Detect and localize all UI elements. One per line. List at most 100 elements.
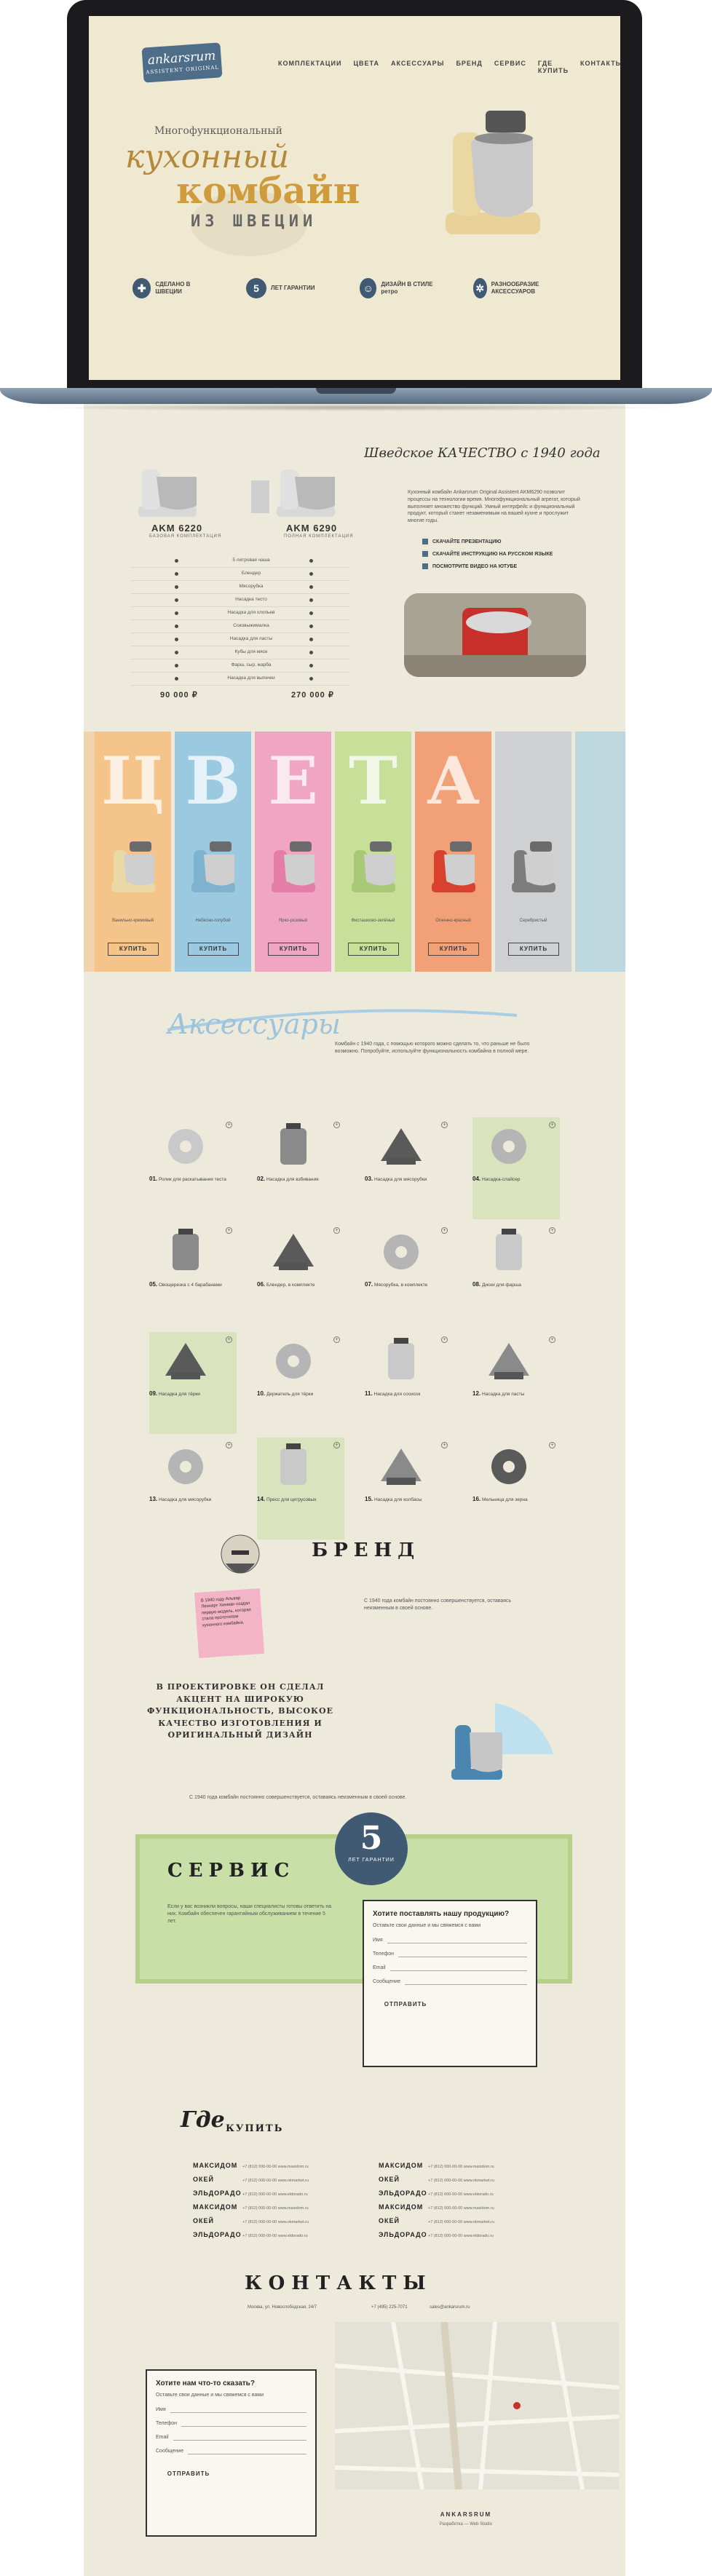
store-item[interactable]: ОКЕЙ +7 (812) 000-00-00 www.okmarket.ru [193, 2176, 375, 2183]
accessory-card[interactable]: +16. Мельница для зерна [472, 1438, 560, 1539]
service-title: СЕРВИС [167, 1860, 296, 1882]
accessory-card[interactable]: +09. Насадка для тёрки [149, 1332, 237, 1434]
store-item[interactable]: ОКЕЙ +7 (812) 000-00-00 www.okmarket.ru [193, 2217, 375, 2224]
store-item[interactable]: МАКСИДОМ +7 (812) 000-00-00 www.maxidom.r… [193, 2203, 375, 2211]
accessory-number: 05. [149, 1281, 158, 1288]
accessory-card[interactable]: +10. Держатель для тёрки [257, 1332, 344, 1434]
store-item[interactable]: ЭЛЬДОРАДО +7 (812) 000-00-00 www.eldorado… [193, 2189, 375, 2197]
expand-plus-icon[interactable]: + [549, 1227, 555, 1234]
location-map[interactable] [335, 2322, 619, 2489]
comparison-label: Насадка для пасты [229, 636, 273, 641]
phone-field[interactable]: Телефон [373, 1951, 527, 1957]
nav-item-service[interactable]: СЕРВИС [494, 60, 526, 74]
contacts-email[interactable]: sales@ankarsrum.ru [430, 2305, 470, 2310]
buy-button[interactable]: КУПИТЬ [188, 943, 239, 956]
accessory-card[interactable]: +03. Насадка для мясорубки [365, 1117, 452, 1219]
expand-plus-icon[interactable]: + [333, 1442, 340, 1448]
expand-plus-icon[interactable]: + [441, 1442, 448, 1448]
nav-item-accessories[interactable]: АКСЕССУАРЫ [391, 60, 445, 74]
accessory-card[interactable]: +14. Пресс для цитрусовых [257, 1438, 344, 1539]
store-name: МАКСИДОМ [379, 2203, 424, 2211]
accessory-card[interactable]: +08. Диски для фарша [472, 1223, 560, 1325]
expand-plus-icon[interactable]: + [333, 1227, 340, 1234]
accessory-card[interactable]: +04. Насадка-слайсер [472, 1117, 560, 1219]
field-label: Email [156, 2434, 169, 2440]
email-field[interactable]: Email [156, 2434, 306, 2441]
store-item[interactable]: ЭЛЬДОРАДО +7 (812) 000-00-00 www.eldorado… [193, 2231, 375, 2238]
expand-plus-icon[interactable]: + [441, 1227, 448, 1234]
accessory-number: 10. [257, 1390, 266, 1397]
expand-plus-icon[interactable]: + [549, 1122, 555, 1128]
expand-plus-icon[interactable]: + [441, 1336, 448, 1343]
accessory-text: Овощерезка с 4 барабанами [158, 1283, 222, 1288]
accessory-card[interactable]: +12. Насадка для пасты [472, 1332, 560, 1434]
colors-title-letter: В [185, 742, 241, 820]
accessory-card[interactable]: +02. Насадка для взбивания [257, 1117, 344, 1219]
download-manual-link[interactable]: СКАЧАЙТЕ ИНСТРУКЦИЮ НА РУССКОМ ЯЗЫКЕ [422, 551, 553, 557]
store-item[interactable]: ЭЛЬДОРАДО +7 (812) 000-00-00 www.eldorado… [379, 2189, 561, 2197]
accessory-card[interactable]: +13. Насадка для мясорубки [149, 1438, 237, 1539]
nav-item-brand[interactable]: БРЕНД [456, 60, 482, 74]
store-item[interactable]: ЭЛЬДОРАДО +7 (812) 000-00-00 www.eldorado… [379, 2231, 561, 2238]
supplier-submit-button[interactable]: ОТПРАВИТЬ [373, 1998, 438, 2011]
phone-field[interactable]: Телефон [156, 2420, 306, 2427]
page: ankarsrum ASSISTENT ORIGINAL КОМПЛЕКТАЦИИ… [0, 0, 712, 2576]
expand-plus-icon[interactable]: + [333, 1122, 340, 1128]
youtube-video-link[interactable]: ПОСМОТРИТЕ ВИДЕО НА ЮТУБЕ [422, 563, 517, 569]
accessory-number: 11. [365, 1390, 373, 1397]
feature-label: ДИЗАЙН В СТИЛЕ ретро [381, 281, 433, 295]
comparison-label: Мясорубка [239, 584, 264, 589]
buy-button[interactable]: КУПИТЬ [348, 943, 399, 956]
email-field[interactable]: Email [373, 1965, 527, 1971]
message-field[interactable]: Сообщение [156, 2448, 306, 2454]
download-presentation-link[interactable]: СКАЧАЙТЕ ПРЕЗЕНТАЦИЮ [422, 539, 501, 544]
expand-plus-icon[interactable]: + [333, 1336, 340, 1343]
accessory-card[interactable]: +05. Овощерезка с 4 барабанами [149, 1223, 237, 1325]
expand-plus-icon[interactable]: + [226, 1336, 232, 1343]
store-item[interactable]: ОКЕЙ +7 (812) 000-00-00 www.okmarket.ru [379, 2217, 561, 2224]
expand-plus-icon[interactable]: + [226, 1442, 232, 1448]
expand-plus-icon[interactable]: + [441, 1122, 448, 1128]
buy-button[interactable]: КУПИТЬ [508, 943, 559, 956]
message-field[interactable]: Сообщение [373, 1978, 527, 1985]
feedback-submit-button[interactable]: ОТПРАВИТЬ [156, 2468, 221, 2481]
expand-plus-icon[interactable]: + [549, 1442, 555, 1448]
buy-button[interactable]: КУПИТЬ [428, 943, 479, 956]
nav-item-complectations[interactable]: КОМПЛЕКТАЦИИ [278, 60, 341, 74]
accessory-text: Ролик для раскатывания теста [158, 1177, 226, 1182]
expand-plus-icon[interactable]: + [226, 1227, 232, 1234]
nav-item-where-buy[interactable]: ГДЕ КУПИТЬ [538, 60, 569, 74]
expand-plus-icon[interactable]: + [549, 1336, 555, 1343]
accessory-card[interactable]: +11. Насадка для сосисок [365, 1332, 452, 1434]
comparison-label: Кубы для мясе [234, 649, 268, 654]
store-item[interactable]: МАКСИДОМ +7 (812) 000-00-00 www.maxidom.r… [379, 2162, 561, 2169]
five-years-icon: 5 [246, 278, 266, 298]
name-field[interactable]: Имя [156, 2406, 306, 2413]
expand-plus-icon[interactable]: + [226, 1122, 232, 1128]
store-item[interactable]: МАКСИДОМ +7 (812) 000-00-00 www.maxidom.r… [379, 2203, 561, 2211]
store-item[interactable]: МАКСИДОМ +7 (812) 000-00-00 www.maxidom.r… [193, 2162, 375, 2169]
nav-item-colors[interactable]: ЦВЕТА [353, 60, 379, 74]
accessory-number: 14. [257, 1496, 266, 1502]
model-6290-sub: ПОЛНАЯ КОМПЛЕКТАЦИЯ [284, 534, 354, 539]
accessory-card[interactable]: +07. Мясорубка, в комплекте [365, 1223, 452, 1325]
accessory-image [165, 1343, 206, 1379]
check-dot-icon [175, 638, 178, 641]
feedback-form-desc: Оставьте свои данные и мы свяжемся с вам… [156, 2393, 264, 2398]
check-dot-icon [309, 638, 313, 641]
brand-logo[interactable]: ankarsrum ASSISTENT ORIGINAL [141, 42, 223, 83]
comparison-row: Насадка для пасты [131, 633, 349, 646]
buy-button[interactable]: КУПИТЬ [108, 943, 159, 956]
store-name: ЭЛЬДОРАДО [193, 2231, 242, 2238]
store-item[interactable]: ОКЕЙ +7 (812) 000-00-00 www.okmarket.ru [379, 2176, 561, 2183]
color-name: Небесно-голубой [195, 919, 231, 923]
accessory-caption: 07. Мясорубка, в комплекте [365, 1281, 452, 1289]
check-dot-icon [175, 651, 178, 654]
accessory-card[interactable]: +06. Блендер, в комплекте [257, 1223, 344, 1325]
name-field[interactable]: Имя [373, 1937, 527, 1943]
nav-item-contacts[interactable]: КОНТАКТЫ [580, 60, 620, 74]
accessory-card[interactable]: +01. Ролик для раскатывания теста [149, 1117, 237, 1219]
buy-button[interactable]: КУПИТЬ [268, 943, 319, 956]
accessory-card[interactable]: +15. Насадка для колбасы [365, 1438, 452, 1539]
accessory-caption: 16. Мельница для зерна [472, 1496, 560, 1504]
